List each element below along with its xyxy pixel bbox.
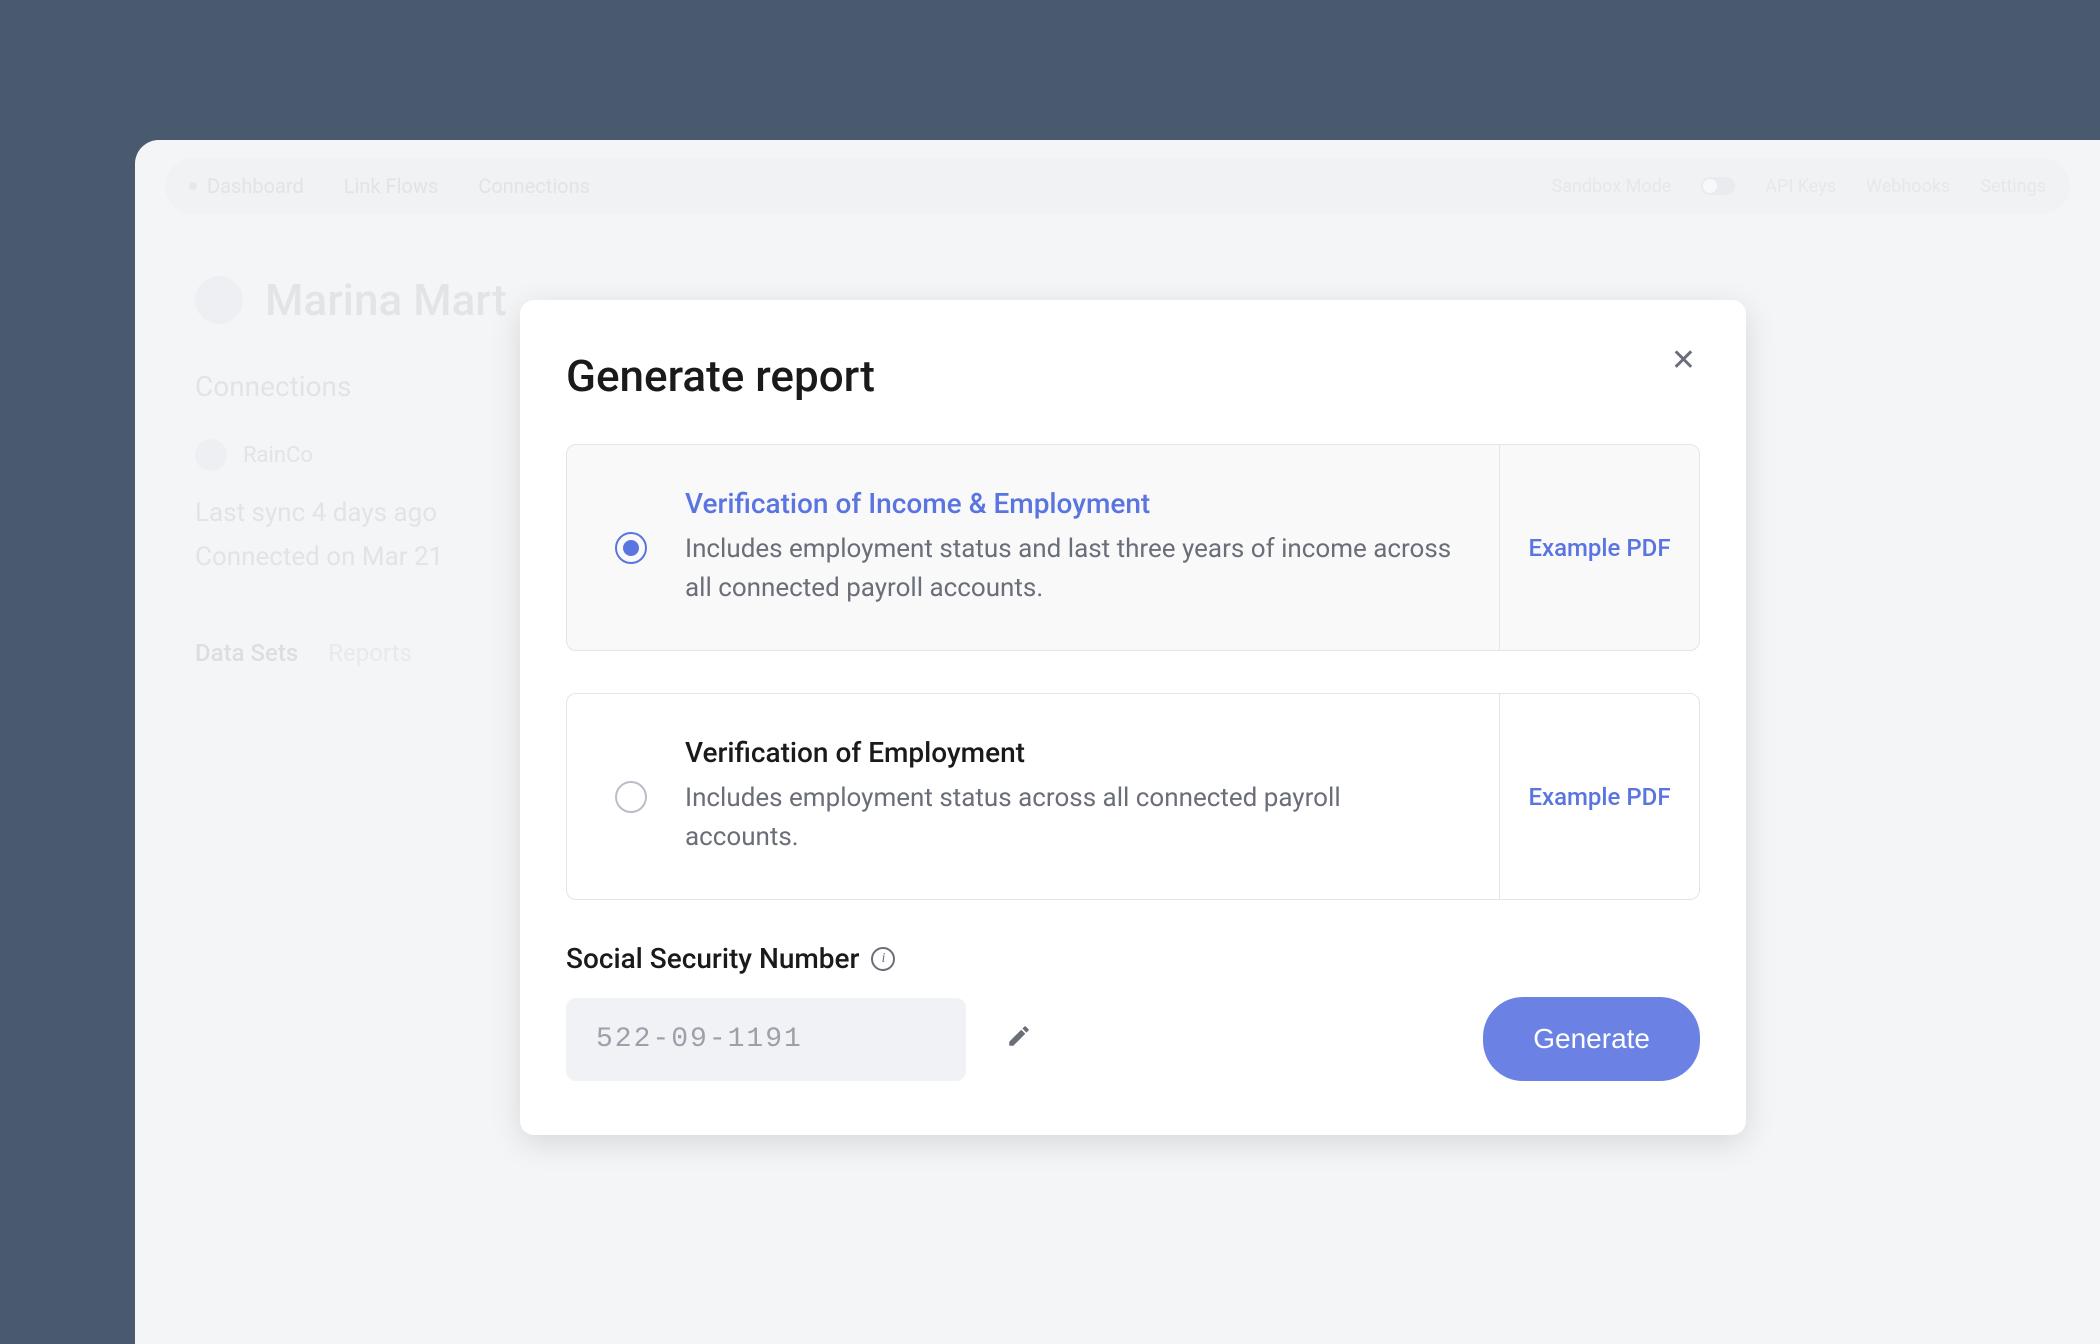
option-side: Example PDF <box>1499 694 1699 899</box>
option-text: Verification of Employment Includes empl… <box>685 736 1459 857</box>
info-icon[interactable]: i <box>871 947 895 971</box>
ssn-input-row: Generate <box>566 997 1700 1081</box>
example-pdf-link[interactable]: Example PDF <box>1528 783 1670 811</box>
option-income-employment[interactable]: Verification of Income & Employment Incl… <box>566 444 1700 651</box>
ssn-label-row: Social Security Number i <box>566 942 1700 975</box>
modal-header: Generate report ✕ <box>566 350 1700 402</box>
radio-unselected-icon[interactable] <box>615 781 647 813</box>
modal-overlay: Generate report ✕ Verification of Income… <box>135 140 2100 1344</box>
option-desc: Includes employment status across all co… <box>685 779 1459 857</box>
option-main: Verification of Employment Includes empl… <box>567 694 1499 899</box>
option-text: Verification of Income & Employment Incl… <box>685 487 1459 608</box>
ssn-input[interactable] <box>566 998 966 1081</box>
ssn-label: Social Security Number <box>566 942 859 975</box>
generate-button[interactable]: Generate <box>1483 997 1700 1081</box>
option-main: Verification of Income & Employment Incl… <box>567 445 1499 650</box>
modal-title: Generate report <box>566 350 875 402</box>
option-employment[interactable]: Verification of Employment Includes empl… <box>566 693 1700 900</box>
example-pdf-link[interactable]: Example PDF <box>1528 534 1670 562</box>
option-desc: Includes employment status and last thre… <box>685 530 1459 608</box>
close-icon[interactable]: ✕ <box>1667 342 1700 380</box>
ssn-section: Social Security Number i Generate <box>566 942 1700 1081</box>
option-title: Verification of Employment <box>685 736 1459 769</box>
radio-selected-icon[interactable] <box>615 532 647 564</box>
option-side: Example PDF <box>1499 445 1699 650</box>
edit-icon[interactable] <box>1006 1023 1032 1056</box>
generate-report-modal: Generate report ✕ Verification of Income… <box>520 300 1746 1135</box>
option-title: Verification of Income & Employment <box>685 487 1459 520</box>
